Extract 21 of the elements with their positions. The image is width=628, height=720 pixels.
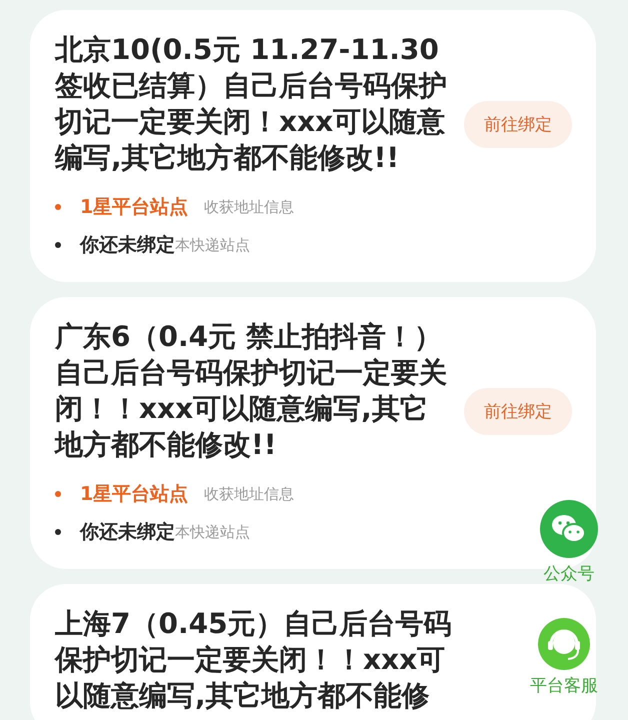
bullet-dot	[55, 491, 61, 497]
bind-button[interactable]: 前往绑定	[464, 388, 572, 434]
headset-icon[interactable]	[538, 618, 590, 670]
bullet-dot	[55, 529, 61, 535]
bind-button[interactable]: 前往绑定	[464, 100, 572, 148]
card-title: 上海7（0.45元）自己后台号码保护切记一定要关闭！！xxx可以随意编写,其它地方都不能修	[55, 606, 453, 714]
item-label: 1星平台站点	[80, 195, 188, 220]
item-note: 收获地址信息	[204, 198, 294, 216]
float-label[interactable]: 公众号	[544, 562, 594, 585]
item-label: 1星平台站点	[80, 482, 188, 507]
float-label[interactable]: 平台客服	[530, 674, 598, 697]
item-label: 你还未绑定	[80, 233, 175, 258]
card-title: 北京10(0.5元 11.27-11.30签收已结算）自己后台号码保护切记一定要关闭！xxx可以随意编写,其它地方都不能修改!!	[55, 32, 448, 176]
bullet-dot	[55, 204, 61, 210]
item-note: 本快递站点	[175, 236, 250, 254]
item-note: 本快递站点	[175, 522, 250, 542]
bullet-dot	[55, 242, 61, 248]
card-title: 广东6（0.4元 禁止拍抖音！）自己后台号码保护切记一定要关闭！！xxx可以随意编写,其它地方都不能修改!!	[55, 319, 448, 463]
item-note: 收获地址信息	[204, 484, 294, 504]
item-label: 你还未绑定	[80, 520, 175, 545]
chat-icon[interactable]	[540, 500, 598, 558]
